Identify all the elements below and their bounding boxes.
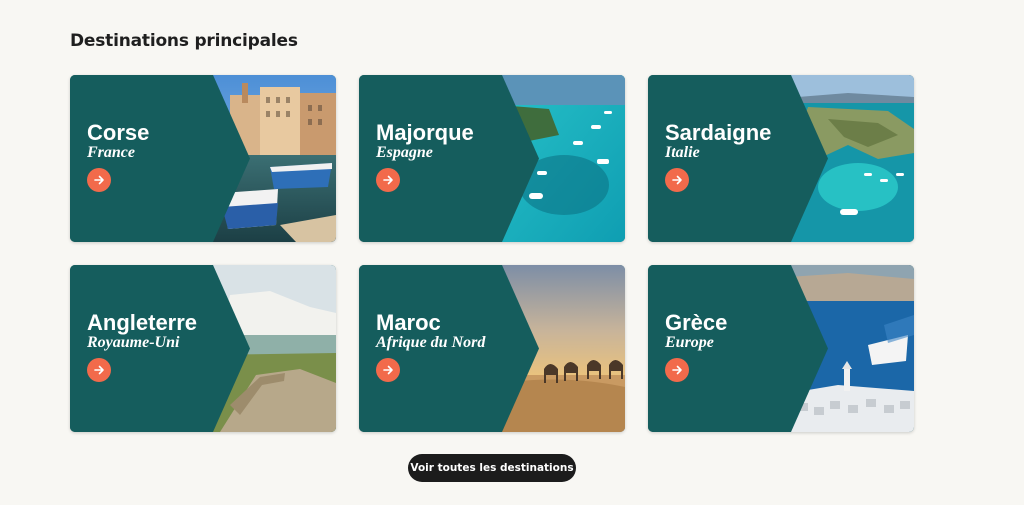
destination-name: Maroc (376, 310, 441, 335)
arrow-right-icon[interactable] (665, 358, 689, 382)
destination-region: France (87, 144, 135, 161)
destination-card-sardaigne[interactable]: Sardaigne Italie (648, 75, 914, 242)
destinations-grid: Corse France Majorque Espagne Sardaigne … (70, 75, 916, 432)
destination-name: Corse (87, 120, 150, 145)
destination-region: Italie (665, 144, 700, 161)
destination-card-corse[interactable]: Corse France (70, 75, 336, 242)
arrow-right-icon[interactable] (87, 358, 111, 382)
arrow-right-icon[interactable] (665, 168, 689, 192)
arrow-right-icon[interactable] (376, 358, 400, 382)
destination-card-majorque[interactable]: Majorque Espagne (359, 75, 625, 242)
destination-name: Angleterre (87, 310, 198, 335)
see-all-destinations-button[interactable]: Voir toutes les destinations (408, 454, 576, 482)
arrow-right-icon[interactable] (87, 168, 111, 192)
destination-name: Majorque (376, 120, 474, 145)
destination-name: Grèce (665, 310, 728, 335)
destination-region: Royaume-Uni (87, 334, 180, 351)
section-title: Destinations principales (70, 31, 298, 51)
destination-region: Afrique du Nord (376, 334, 486, 351)
destination-region: Europe (665, 334, 714, 351)
destination-card-grece[interactable]: Grèce Europe (648, 265, 914, 432)
arrow-right-icon[interactable] (376, 168, 400, 192)
destination-name: Sardaigne (665, 120, 772, 145)
destination-card-maroc[interactable]: Maroc Afrique du Nord (359, 265, 625, 432)
destination-card-angleterre[interactable]: Angleterre Royaume-Uni (70, 265, 336, 432)
destination-region: Espagne (376, 144, 433, 161)
